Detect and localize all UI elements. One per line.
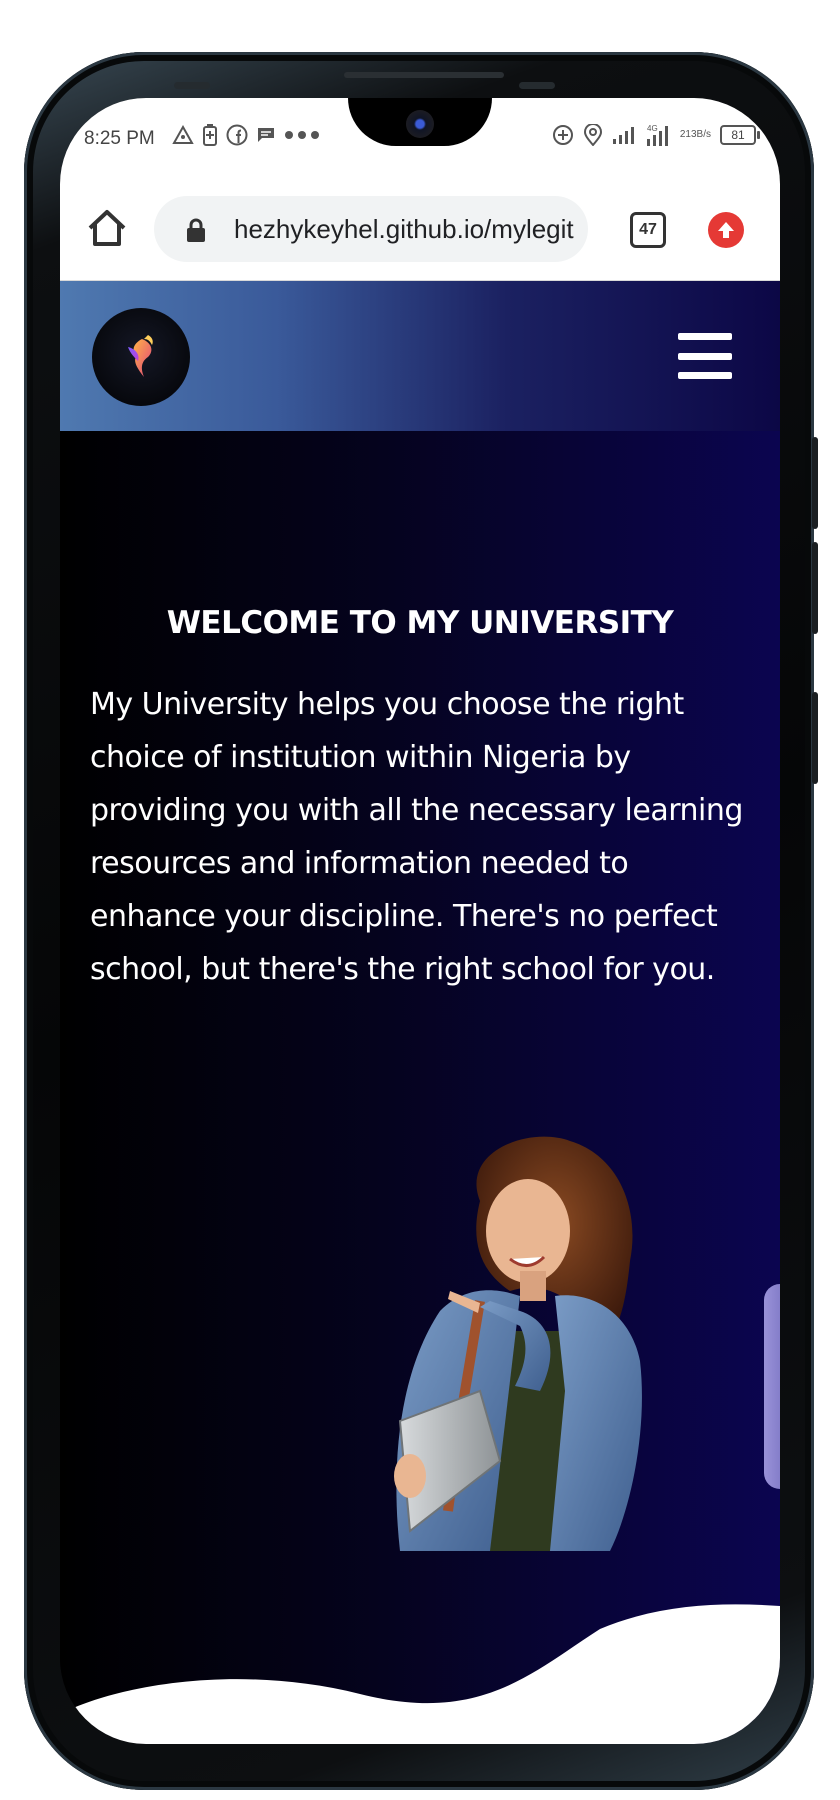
- earpiece-speaker: [344, 72, 504, 78]
- 4g-signal-icon: 4G: [645, 122, 671, 148]
- battery-level: 81: [731, 128, 745, 142]
- signal-icon: [612, 122, 636, 148]
- site-header: [60, 281, 780, 431]
- battery-indicator: 81: [720, 125, 760, 145]
- hamburger-menu-button[interactable]: [678, 333, 732, 379]
- home-icon: [88, 210, 126, 246]
- url-text: hezhykeyhel.github.io/mylegit: [234, 214, 574, 244]
- hamburger-line: [678, 352, 732, 360]
- more-dots-icon: [284, 122, 320, 148]
- phoenix-logo-icon: [128, 335, 153, 377]
- home-button[interactable]: [84, 206, 130, 252]
- status-time: 8:25 PM: [84, 128, 155, 149]
- tab-switcher-button[interactable]: 47: [630, 212, 666, 248]
- screen: 8:25 PM 4G 213 B/s 81 hezhykeyhel.github…: [60, 98, 780, 1744]
- arrow-up-icon: [718, 222, 734, 238]
- sensor: [174, 82, 210, 89]
- student-with-laptop-illustration: [394, 1136, 642, 1551]
- sync-icon: [552, 122, 574, 148]
- hero-description: My University helps you choose the right…: [90, 687, 743, 987]
- volume-up-button: [812, 437, 818, 529]
- browser-toolbar: hezhykeyhel.github.io/mylegit 47: [60, 178, 780, 281]
- hero-title: WELCOME TO MY UNIVERSITY: [166, 605, 674, 641]
- network-speed-value: 213: [679, 129, 697, 140]
- battery-saver-icon: [203, 122, 217, 148]
- hamburger-menu-icon: [678, 333, 732, 340]
- sensor: [519, 82, 555, 89]
- location-icon: [583, 122, 603, 148]
- front-camera: [406, 110, 434, 138]
- update-button[interactable]: [708, 212, 744, 248]
- svg-text:4G: 4G: [647, 124, 658, 133]
- volume-down-button: [812, 542, 818, 634]
- delta-icon: [172, 122, 194, 148]
- status-bar: 8:25 PM 4G 213 B/s 81: [60, 98, 780, 178]
- network-speed: 213 B/s: [680, 122, 711, 148]
- site-logo[interactable]: [92, 308, 190, 406]
- power-button: [812, 692, 818, 784]
- status-right-icons: 4G 213 B/s 81: [552, 122, 760, 148]
- lock-icon: [187, 218, 205, 242]
- tab-count: 47: [639, 221, 657, 238]
- wave-divider: [60, 1604, 780, 1744]
- facebook-icon: [226, 122, 248, 148]
- message-icon: [257, 122, 275, 148]
- network-speed-unit: B/s: [696, 129, 711, 140]
- phone-frame: 8:25 PM 4G 213 B/s 81 hezhykeyhel.github…: [24, 52, 818, 1790]
- side-drawer-handle[interactable]: [764, 1284, 780, 1489]
- web-page: WELCOME TO MY UNIVERSITY My University h…: [60, 281, 780, 1744]
- address-bar[interactable]: hezhykeyhel.github.io/mylegit: [154, 196, 588, 262]
- status-left-icons: [172, 122, 320, 148]
- hamburger-line: [678, 372, 732, 379]
